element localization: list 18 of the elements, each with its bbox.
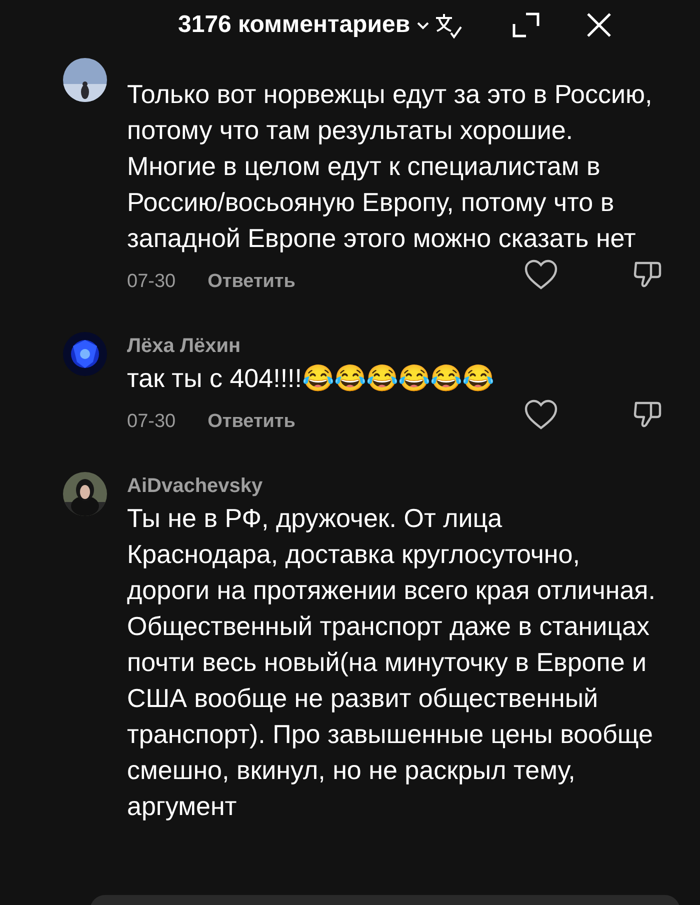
close-icon[interactable] xyxy=(586,12,612,38)
heart-icon[interactable] xyxy=(524,398,558,430)
comment-author[interactable]: AiDvachevsky xyxy=(127,472,657,500)
comments-count-title: 3176 комментариев xyxy=(178,11,410,39)
dislike-icon[interactable] xyxy=(633,259,663,289)
expand-icon[interactable] xyxy=(512,12,540,38)
comment-date: 07-30 xyxy=(127,411,176,433)
comment-text: так ты с 404!!!!😂😂😂😂😂😂 xyxy=(127,362,495,395)
reply-link[interactable]: Ответить xyxy=(208,271,296,293)
heart-icon[interactable] xyxy=(524,258,558,290)
comment-text: Только вот норвежцы едут за это в Россию, потому что там результаты хорошие. Многие в целом едут к специалистам в Россию/восьояную Европу, потому что в западной Европе этого можно сказать нет xyxy=(127,78,654,255)
comment-text: Ты не в РФ, дружочек. От лица Краснодара, доставка круглосуточно, дороги на протяжении всего края отличная. Общественный транспорт даже в станицах почти весь новый(на минуточку в Европе и США вообще не развит общественный транспорт). Про завышенные цены вообще смешно, вкинул, но не раскрыл тему, аргумент xyxy=(127,502,656,823)
chevron-down-icon[interactable] xyxy=(416,20,430,30)
reply-link[interactable]: Ответить xyxy=(208,411,296,433)
comment-author[interactable]: Лёха Лёхин xyxy=(127,332,657,360)
comment-date: 07-30 xyxy=(127,271,176,293)
translate-icon[interactable] xyxy=(434,11,462,39)
dislike-icon[interactable] xyxy=(633,399,663,429)
